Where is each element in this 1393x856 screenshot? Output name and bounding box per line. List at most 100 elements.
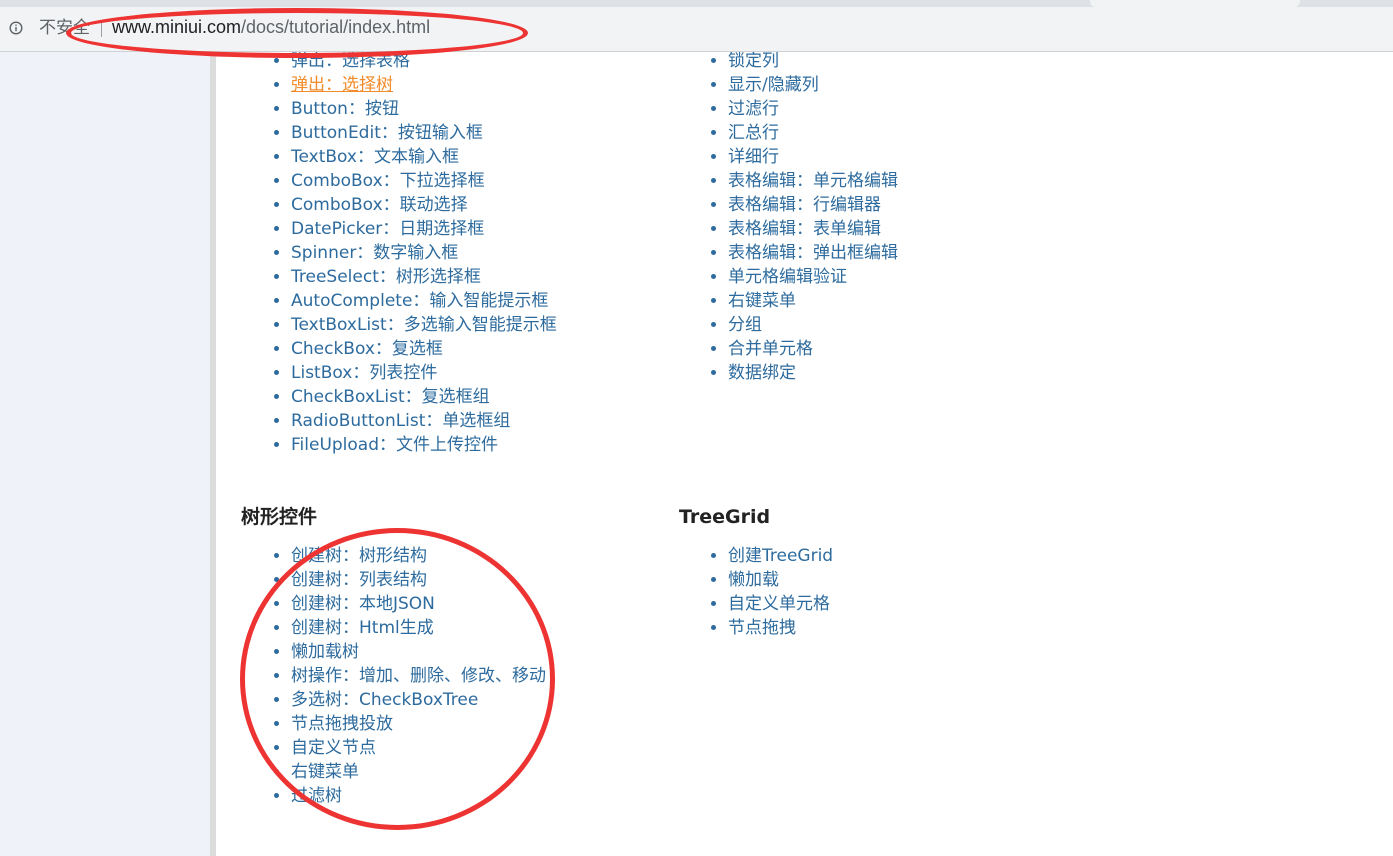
- datagrid-link[interactable]: 显示/隐藏列: [728, 75, 819, 95]
- tree-section-title: 树形控件: [241, 506, 318, 528]
- form-control-link[interactable]: TextBoxList：多选输入智能提示框: [291, 315, 557, 335]
- datagrid-item: 数据绑定: [728, 361, 898, 385]
- form-control-item: CheckBoxList：复选框组: [291, 385, 557, 409]
- tree-item: 右键菜单: [291, 760, 546, 784]
- tree-link[interactable]: 创建树：Html生成: [291, 618, 434, 638]
- datagrid-item: 右键菜单: [728, 289, 898, 313]
- form-control-item: Button：按钮: [291, 97, 557, 121]
- tree-link[interactable]: 过滤树: [291, 786, 342, 806]
- datagrid-link[interactable]: 数据绑定: [728, 363, 796, 383]
- form-control-link[interactable]: Button：按钮: [291, 99, 399, 119]
- info-icon[interactable]: [9, 21, 23, 35]
- datagrid-link[interactable]: 合并单元格: [728, 339, 813, 359]
- form-control-link[interactable]: RadioButtonList：单选框组: [291, 411, 510, 431]
- form-control-item: CheckBox：复选框: [291, 337, 557, 361]
- form-control-item: TreeSelect：树形选择框: [291, 265, 557, 289]
- active-tab[interactable]: [1090, 0, 1300, 7]
- treegrid-item: 创建TreeGrid: [728, 544, 833, 568]
- form-control-link[interactable]: DatePicker：日期选择框: [291, 219, 484, 239]
- url-field[interactable]: www.miniui.com/docs/tutorial/index.html: [112, 16, 430, 38]
- datagrid-link[interactable]: 表格编辑：单元格编辑: [728, 171, 898, 191]
- form-control-item: Spinner：数字输入框: [291, 241, 557, 265]
- form-controls-list: 弹出：选择表格弹出：选择树 Button：按钮 ButtonEdit：按钮输入框 Te…: [241, 52, 557, 457]
- treegrid-item: 节点拖拽: [728, 616, 833, 640]
- treegrid-item: 自定义单元格: [728, 592, 833, 616]
- datagrid-link[interactable]: 单元格编辑验证: [728, 267, 847, 287]
- tree-list: 创建树：树形结构创建树：列表结构创建树：本地JSON 创建树：Html生成懒加载树…: [241, 544, 546, 808]
- form-control-link[interactable]: 弹出：选择表格: [291, 52, 410, 71]
- datagrid-link[interactable]: 表格编辑：弹出框编辑: [728, 243, 898, 263]
- tree-link[interactable]: 懒加载树: [291, 642, 359, 662]
- tree-link[interactable]: 创建树：树形结构: [291, 546, 427, 566]
- treegrid-link[interactable]: 节点拖拽: [728, 618, 796, 638]
- treegrid-item: 懒加载: [728, 568, 833, 592]
- form-control-link[interactable]: AutoComplete：输入智能提示框: [291, 291, 548, 311]
- datagrid-link[interactable]: 汇总行: [728, 123, 779, 143]
- form-control-link[interactable]: ComboBox：下拉选择框: [291, 171, 485, 191]
- tree-item: 过滤树: [291, 784, 546, 808]
- form-control-item: RadioButtonList：单选框组: [291, 409, 557, 433]
- tree-item: 自定义节点: [291, 736, 546, 760]
- form-control-item: ButtonEdit：按钮输入框: [291, 121, 557, 145]
- browser-tab-strip: [0, 0, 1393, 7]
- datagrid-link[interactable]: 分组: [728, 315, 762, 335]
- tree-link[interactable]: 多选树：CheckBoxTree: [291, 690, 478, 710]
- tree-item: 创建树：本地JSON: [291, 592, 546, 616]
- datagrid-link[interactable]: 表格编辑：行编辑器: [728, 195, 881, 215]
- treegrid-section-title: TreeGrid: [679, 506, 771, 528]
- tree-link[interactable]: 创建树：本地JSON: [291, 594, 435, 614]
- datagrid-item: 单元格编辑验证: [728, 265, 898, 289]
- tree-link[interactable]: 自定义节点: [291, 738, 376, 758]
- tree-link[interactable]: 创建树：列表结构: [291, 570, 427, 590]
- security-status-label[interactable]: 不安全: [39, 17, 90, 39]
- form-control-item: TextBox：文本输入框: [291, 145, 557, 169]
- form-control-link[interactable]: 弹出：选择树: [291, 75, 393, 95]
- form-control-link[interactable]: Spinner：数字输入框: [291, 243, 458, 263]
- form-control-item: 弹出：选择树: [291, 73, 557, 97]
- treegrid-list: 创建TreeGrid 懒加载自定义单元格节点拖拽: [678, 544, 833, 640]
- tree-item: 多选树：CheckBoxTree: [291, 688, 546, 712]
- datagrid-item: 分组: [728, 313, 898, 337]
- tree-item: 懒加载树: [291, 640, 546, 664]
- left-nav-panel: [0, 52, 210, 856]
- datagrid-item: 过滤行: [728, 97, 898, 121]
- tree-item: 树操作：增加、删除、修改、移动: [291, 664, 546, 688]
- page-viewport: 弹出：选择表格弹出：选择树 Button：按钮 ButtonEdit：按钮输入框 Te…: [0, 52, 1393, 856]
- tree-item: 创建树：树形结构: [291, 544, 546, 568]
- form-control-item: ListBox：列表控件: [291, 361, 557, 385]
- form-control-link[interactable]: FileUpload：文件上传控件: [291, 435, 498, 455]
- datagrid-item: 锁定列: [728, 52, 898, 73]
- form-control-link[interactable]: CheckBoxList：复选框组: [291, 387, 490, 407]
- form-control-link[interactable]: ComboBox：联动选择: [291, 195, 468, 215]
- form-control-link[interactable]: CheckBox：复选框: [291, 339, 443, 359]
- datagrid-link[interactable]: 锁定列: [728, 52, 779, 71]
- form-control-link[interactable]: TreeSelect：树形选择框: [291, 267, 481, 287]
- tree-link[interactable]: 右键菜单: [291, 762, 359, 782]
- datagrid-item: 表格编辑：行编辑器: [728, 193, 898, 217]
- tree-item: 节点拖拽投放: [291, 712, 546, 736]
- treegrid-link[interactable]: 创建TreeGrid: [728, 546, 833, 566]
- form-control-link[interactable]: ButtonEdit：按钮输入框: [291, 123, 483, 143]
- form-control-item: TextBoxList：多选输入智能提示框: [291, 313, 557, 337]
- address-bar: 不安全 www.miniui.com/docs/tutorial/index.h…: [0, 7, 1393, 52]
- tree-link[interactable]: 树操作：增加、删除、修改、移动: [291, 666, 546, 686]
- datagrid-link[interactable]: 详细行: [728, 147, 779, 167]
- form-control-item: 弹出：选择表格: [291, 52, 557, 73]
- datagrid-link[interactable]: 过滤行: [728, 99, 779, 119]
- treegrid-link[interactable]: 自定义单元格: [728, 594, 830, 614]
- tree-item: 创建树：列表结构: [291, 568, 546, 592]
- form-control-item: ComboBox：联动选择: [291, 193, 557, 217]
- datagrid-item: 表格编辑：表单编辑: [728, 217, 898, 241]
- datagrid-item: 表格编辑：弹出框编辑: [728, 241, 898, 265]
- datagrid-item: 显示/隐藏列: [728, 73, 898, 97]
- form-control-link[interactable]: ListBox：列表控件: [291, 363, 437, 383]
- treegrid-link[interactable]: 懒加载: [728, 570, 779, 590]
- url-path: /docs/tutorial/index.html: [241, 17, 431, 37]
- form-control-item: FileUpload：文件上传控件: [291, 433, 557, 457]
- datagrid-link[interactable]: 右键菜单: [728, 291, 796, 311]
- url-host: www.miniui.com: [112, 17, 242, 37]
- datagrid-link[interactable]: 表格编辑：表单编辑: [728, 219, 881, 239]
- form-control-link[interactable]: TextBox：文本输入框: [291, 147, 459, 167]
- datagrid-item: 表格编辑：单元格编辑: [728, 169, 898, 193]
- tree-link[interactable]: 节点拖拽投放: [291, 714, 393, 734]
